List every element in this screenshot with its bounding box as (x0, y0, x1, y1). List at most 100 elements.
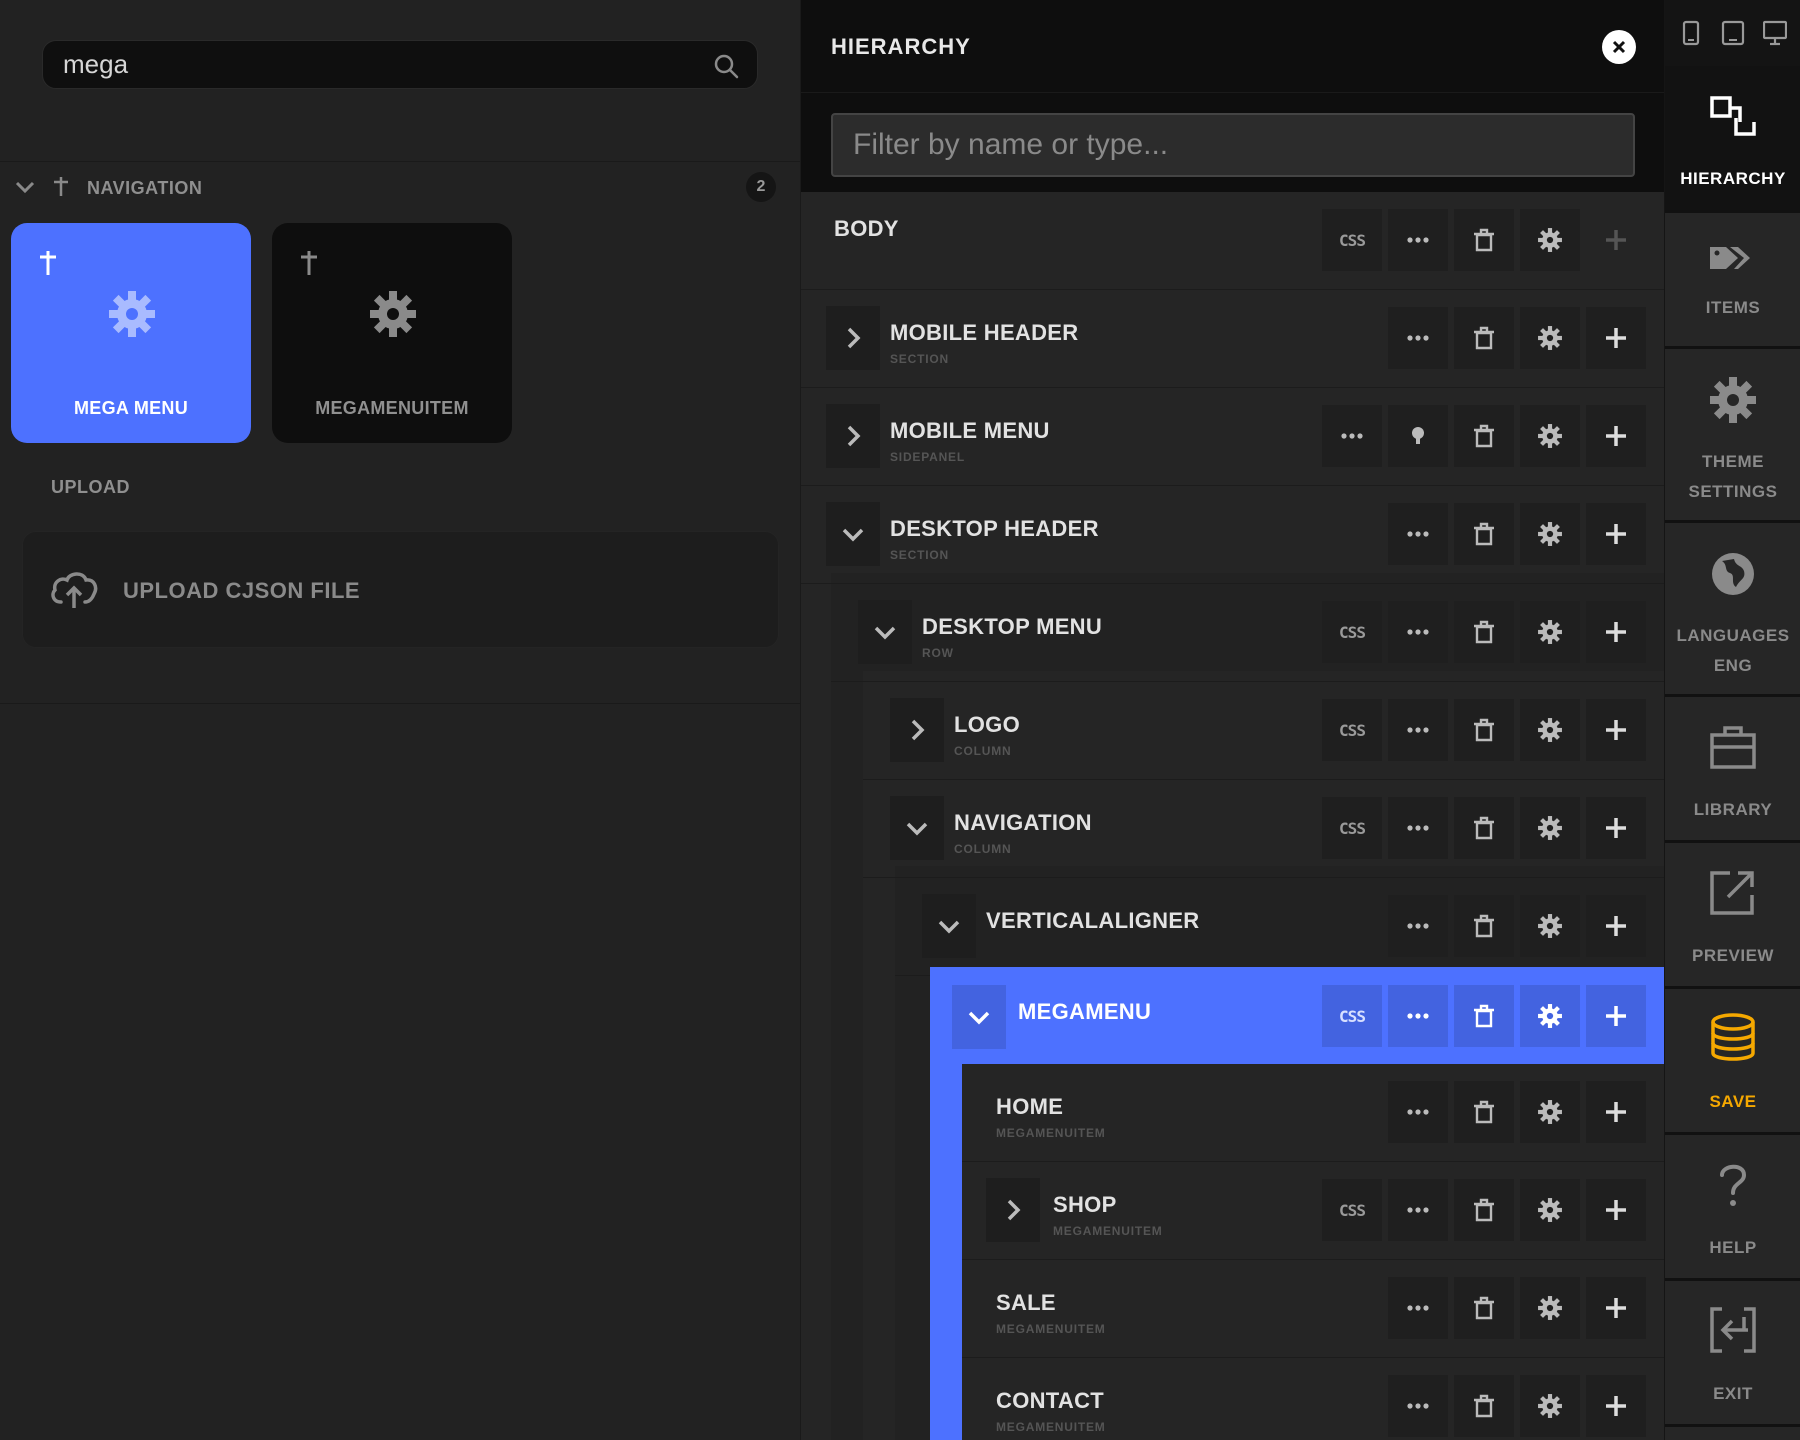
css-button[interactable]: CSS (1322, 985, 1382, 1047)
expand-toggle[interactable] (858, 600, 912, 664)
add-button[interactable] (1586, 1277, 1646, 1339)
delete-button[interactable] (1454, 405, 1514, 467)
more-button[interactable] (1322, 405, 1382, 467)
expand-toggle[interactable] (826, 404, 880, 468)
hierarchy-row-home[interactable]: HOME MEGAMENUITEM (962, 1064, 1664, 1162)
more-button[interactable] (1388, 985, 1448, 1047)
hierarchy-row-desktop-menu[interactable]: DESKTOP MENU ROW CSS (831, 584, 1664, 682)
delete-button[interactable] (1454, 895, 1514, 957)
more-button[interactable] (1388, 895, 1448, 957)
upload-cjson-button[interactable]: UPLOAD CJSON FILE (22, 531, 779, 648)
settings-button[interactable] (1520, 895, 1580, 957)
delete-button[interactable] (1454, 1277, 1514, 1339)
rail-preview[interactable]: PREVIEW (1665, 843, 1800, 989)
add-button[interactable] (1586, 601, 1646, 663)
delete-button[interactable] (1454, 1179, 1514, 1241)
hierarchy-row-navigation[interactable]: NAVIGATION COLUMN CSS (863, 780, 1664, 878)
delete-button[interactable] (1454, 985, 1514, 1047)
rail-exit[interactable]: EXIT (1665, 1281, 1800, 1427)
rail-languages[interactable]: LANGUAGES ENG (1665, 523, 1800, 697)
hierarchy-row-sale[interactable]: SALE MEGAMENUITEM (962, 1260, 1664, 1358)
css-button[interactable]: CSS (1322, 601, 1382, 663)
hierarchy-row-shop[interactable]: SHOP MEGAMENUITEM CSS (962, 1162, 1664, 1260)
more-button[interactable] (1388, 307, 1448, 369)
toggle-visibility-button[interactable] (1388, 405, 1448, 467)
hierarchy-row-mobile-menu[interactable]: MOBILE MENU SIDEPANEL (801, 388, 1664, 486)
more-button[interactable] (1388, 1179, 1448, 1241)
add-button[interactable] (1586, 797, 1646, 859)
add-button[interactable] (1586, 1375, 1646, 1437)
add-button[interactable] (1586, 895, 1646, 957)
expand-toggle[interactable] (952, 985, 1006, 1049)
expand-toggle[interactable] (826, 306, 880, 370)
delete-button[interactable] (1454, 1081, 1514, 1143)
delete-button[interactable] (1454, 503, 1514, 565)
tablet-icon[interactable] (1721, 20, 1745, 46)
hierarchy-row-body[interactable]: BODY CSS (801, 192, 1664, 290)
add-button[interactable] (1586, 307, 1646, 369)
settings-button[interactable] (1520, 699, 1580, 761)
more-button[interactable] (1388, 1081, 1448, 1143)
rail-help[interactable]: HELP (1665, 1135, 1800, 1281)
delete-button[interactable] (1454, 1375, 1514, 1437)
component-search-input[interactable] (63, 41, 703, 88)
chevron-down-icon[interactable] (14, 178, 36, 196)
more-button[interactable] (1388, 503, 1448, 565)
settings-button[interactable] (1520, 503, 1580, 565)
expand-toggle[interactable] (986, 1178, 1040, 1242)
settings-button[interactable] (1520, 601, 1580, 663)
hierarchy-row-logo[interactable]: LOGO COLUMN CSS (863, 682, 1664, 780)
rail-items[interactable]: ITEMS (1665, 213, 1800, 349)
hierarchy-row-megamenu[interactable]: MEGAMENU CSS (930, 967, 1664, 1064)
expand-toggle[interactable] (826, 502, 880, 566)
rail-hierarchy[interactable]: HIERARCHY (1665, 66, 1800, 213)
desktop-icon[interactable] (1763, 20, 1787, 46)
css-button[interactable]: CSS (1322, 699, 1382, 761)
expand-toggle[interactable] (922, 894, 976, 958)
mega-menu-tile[interactable]: MEGA MENU (11, 223, 251, 443)
expand-toggle[interactable] (890, 796, 944, 860)
phone-icon[interactable] (1679, 20, 1703, 46)
more-button[interactable] (1388, 699, 1448, 761)
search-icon[interactable] (713, 53, 739, 79)
settings-button[interactable] (1520, 1277, 1580, 1339)
more-button[interactable] (1388, 797, 1448, 859)
add-button[interactable] (1586, 699, 1646, 761)
close-button[interactable] (1602, 30, 1636, 64)
more-button[interactable] (1388, 209, 1448, 271)
delete-button[interactable] (1454, 699, 1514, 761)
rail-save[interactable]: SAVE (1665, 989, 1800, 1135)
css-button[interactable]: CSS (1322, 1179, 1382, 1241)
add-button[interactable] (1586, 209, 1646, 271)
settings-button[interactable] (1520, 1081, 1580, 1143)
css-button[interactable]: CSS (1322, 797, 1382, 859)
settings-button[interactable] (1520, 209, 1580, 271)
settings-button[interactable] (1520, 797, 1580, 859)
delete-button[interactable] (1454, 307, 1514, 369)
add-button[interactable] (1586, 503, 1646, 565)
navigation-group-header[interactable]: NAVIGATION 2 (14, 172, 784, 204)
hierarchy-row-contact[interactable]: CONTACT MEGAMENUITEM (962, 1358, 1664, 1440)
add-button[interactable] (1586, 405, 1646, 467)
hierarchy-filter-input[interactable] (831, 113, 1635, 177)
settings-button[interactable] (1520, 307, 1580, 369)
hierarchy-row-verticalaligner[interactable]: VERTICALALIGNER (895, 878, 1664, 976)
delete-button[interactable] (1454, 797, 1514, 859)
rail-library[interactable]: LIBRARY (1665, 697, 1800, 843)
component-search[interactable] (42, 40, 758, 89)
more-button[interactable] (1388, 1375, 1448, 1437)
hierarchy-row-mobile-header[interactable]: MOBILE HEADER SECTION (801, 290, 1664, 388)
delete-button[interactable] (1454, 601, 1514, 663)
settings-button[interactable] (1520, 985, 1580, 1047)
expand-toggle[interactable] (890, 698, 944, 762)
add-button[interactable] (1586, 985, 1646, 1047)
more-button[interactable] (1388, 1277, 1448, 1339)
add-button[interactable] (1586, 1081, 1646, 1143)
settings-button[interactable] (1520, 1179, 1580, 1241)
settings-button[interactable] (1520, 405, 1580, 467)
megamenuitem-tile[interactable]: MEGAMENUITEM (272, 223, 512, 443)
add-button[interactable] (1586, 1179, 1646, 1241)
hierarchy-row-desktop-header[interactable]: DESKTOP HEADER SECTION (801, 486, 1664, 584)
delete-button[interactable] (1454, 209, 1514, 271)
rail-theme-settings[interactable]: THEME SETTINGS (1665, 349, 1800, 523)
